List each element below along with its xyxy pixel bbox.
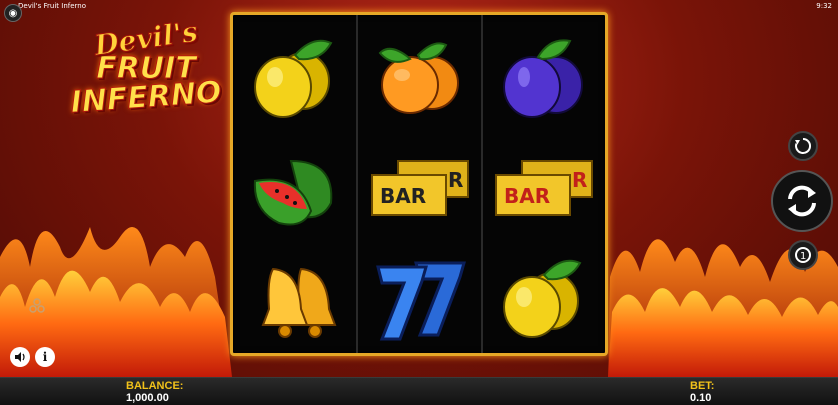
autoplay-icon	[795, 137, 812, 154]
lemon-icon	[254, 39, 333, 118]
symbol-plum	[485, 23, 603, 131]
spin-button[interactable]	[771, 170, 833, 232]
game-logo: Devil's FRUIT INFERNO	[66, 14, 226, 139]
info-button[interactable]: i	[35, 347, 55, 367]
info-icon: i	[42, 350, 48, 364]
bar-icon: R BAR	[495, 160, 593, 216]
autoplay-button[interactable]	[788, 131, 818, 161]
symbol-lemon	[485, 243, 603, 351]
bar-text: BAR	[380, 184, 426, 208]
clock: 9:32	[816, 2, 832, 10]
svg-text:1: 1	[800, 251, 806, 262]
spin-icon	[788, 185, 816, 217]
orange-icon	[378, 42, 459, 114]
bottom-bar: BALANCE: 1,000.00 BET: 0.10	[0, 377, 838, 405]
bet-settings-button[interactable]: 1	[788, 240, 818, 270]
bar-text-back: R	[572, 168, 587, 192]
bells-icon	[261, 267, 337, 338]
home-button[interactable]: ◉	[4, 4, 22, 22]
game-title: Devil's Fruit Inferno	[18, 2, 87, 10]
bet-label: BET:	[690, 380, 715, 392]
status-bar: Devil's Fruit Inferno 9:32	[0, 0, 838, 12]
symbol-bar: R BAR	[485, 133, 603, 241]
history-icon	[29, 298, 45, 313]
balance-display: BALANCE: 1,000.00	[126, 380, 183, 404]
symbol-seven	[361, 243, 479, 351]
coin-icon: 1	[795, 247, 811, 263]
lemon-icon	[503, 259, 582, 338]
double-seven-icon	[376, 261, 466, 341]
watermelon-icon	[253, 159, 333, 226]
sound-button[interactable]	[10, 347, 30, 367]
balance-label: BALANCE:	[126, 380, 184, 392]
balance-value: 1,000.00	[126, 392, 169, 404]
reel-divider	[481, 15, 483, 353]
bet-display[interactable]: BET: 0.10	[690, 380, 714, 404]
symbol-lemon	[236, 23, 354, 131]
bet-value: 0.10	[690, 392, 712, 404]
symbol-orange	[361, 23, 479, 131]
bar-text: BAR	[504, 184, 550, 208]
bar-text-back: R	[448, 168, 463, 192]
reel-divider	[356, 15, 358, 353]
symbol-bar: R BAR	[361, 133, 479, 241]
plum-icon	[503, 39, 583, 118]
bar-icon: R BAR	[371, 160, 469, 216]
symbol-watermelon	[236, 133, 354, 241]
history-button[interactable]	[28, 296, 46, 314]
reel-grid: R BAR R BAR	[230, 12, 608, 356]
speaker-icon	[15, 352, 25, 362]
symbol-bells	[236, 243, 354, 351]
